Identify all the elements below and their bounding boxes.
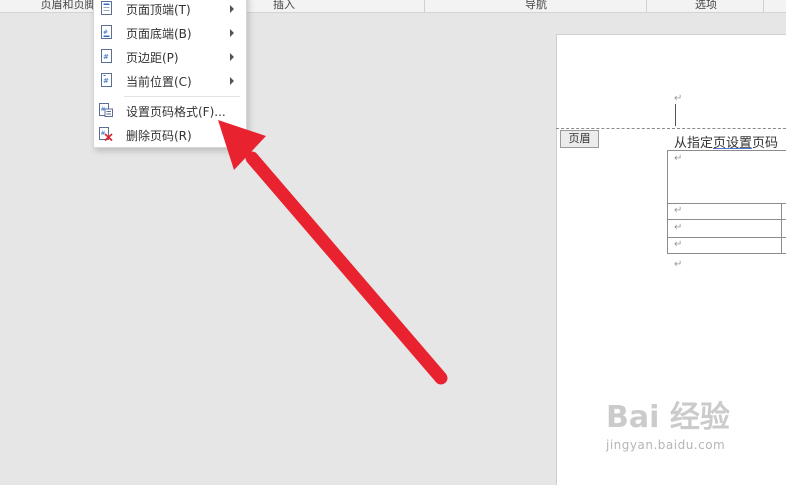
header-text-part: 页码	[752, 136, 779, 151]
cell-paragraph-mark: ↵	[674, 153, 683, 164]
header-label-tag[interactable]: 页眉	[560, 130, 599, 148]
cell-paragraph-mark: ↵	[674, 205, 683, 216]
header-table[interactable]: ↵ ↵ ↵ ↵	[667, 150, 786, 254]
table-row-line	[668, 237, 786, 238]
paragraph-mark: ↵	[674, 259, 683, 270]
watermark-url: jingyan.baidu.com	[606, 438, 726, 452]
header-boundary-line	[556, 128, 786, 129]
header-text[interactable]: 从指定页设置页码	[674, 132, 778, 151]
watermark-logo-text: Bai 经验	[606, 400, 730, 435]
table-row-line	[668, 203, 786, 204]
text-cursor	[675, 104, 676, 126]
paragraph-mark: ↵	[674, 93, 683, 104]
header-text-part: 从指定	[674, 136, 714, 151]
table-row-line	[668, 219, 786, 220]
cell-paragraph-mark: ↵	[674, 239, 683, 250]
cell-paragraph-mark: ↵	[674, 222, 683, 233]
table-column-line	[781, 203, 782, 254]
header-text-link: 页设置	[713, 136, 753, 151]
baidu-jingyan-watermark: Bai 经验 jingyan.baidu.com	[606, 392, 786, 476]
